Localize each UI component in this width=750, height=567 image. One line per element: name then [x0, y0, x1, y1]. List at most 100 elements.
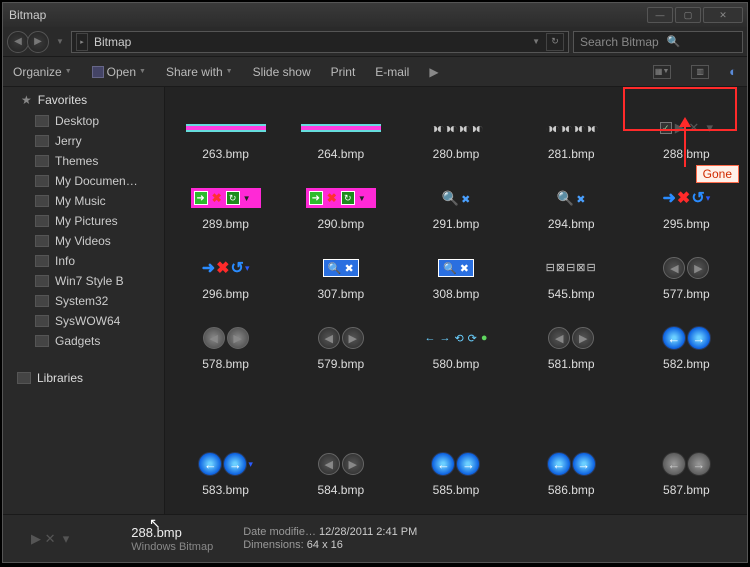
file-name: 578.bmp — [202, 357, 249, 371]
file-name: 295.bmp — [663, 217, 710, 231]
preview-pane-button[interactable]: ▥ — [691, 65, 709, 79]
file-thumbnail: ←→ — [646, 449, 726, 479]
minimize-button[interactable]: — — [647, 7, 673, 23]
address-dropdown-icon[interactable]: ▼ — [532, 37, 540, 46]
file-item[interactable]: ◑◐◑◐◑◐◑◐280.bmp — [399, 95, 512, 161]
status-filename: 288.bmp — [131, 525, 213, 540]
folder-icon — [35, 255, 49, 267]
sidebar-item-system32[interactable]: System32 — [3, 291, 164, 311]
nav-pane: ★ Favorites DesktopJerryThemesMy Documen… — [3, 87, 165, 514]
file-item[interactable]: ←→ 585.bmp — [399, 431, 512, 497]
file-thumbnail: ←→⟲⟳● — [416, 323, 496, 353]
nav-row: ◀ ▶ ▼ ▸ Bitmap ▼ ↻ Search Bitmap 🔍 — [3, 27, 747, 57]
folder-icon — [35, 335, 49, 347]
file-item[interactable]: ➜✖↻▼290.bmp — [284, 165, 397, 231]
close-button[interactable]: ✕ — [703, 7, 743, 23]
sidebar-item-info[interactable]: Info — [3, 251, 164, 271]
folder-icon — [35, 195, 49, 207]
folder-icon — [35, 275, 49, 287]
file-item[interactable]: ➜✖↺▾296.bmp — [169, 235, 282, 301]
libraries-group[interactable]: Libraries — [3, 367, 164, 389]
sidebar-item-my-pictures[interactable]: My Pictures — [3, 211, 164, 231]
sidebar-item-my-videos[interactable]: My Videos — [3, 231, 164, 251]
file-item[interactable]: 🔍✖ 291.bmp — [399, 165, 512, 231]
print-button[interactable]: Print — [331, 65, 356, 79]
file-list[interactable]: 263.bmp264.bmp◑◐◑◐◑◐◑◐280.bmp◑◐◑◐◑◐◑◐281… — [165, 87, 747, 514]
file-name: 296.bmp — [202, 287, 249, 301]
file-item[interactable]: ⊟⊠⊟⊠⊟ 545.bmp — [515, 235, 628, 301]
titlebar: Bitmap — ▢ ✕ — [3, 3, 747, 27]
file-name: 581.bmp — [548, 357, 595, 371]
sidebar-item-desktop[interactable]: Desktop — [3, 111, 164, 131]
file-thumbnail: 🔍✖ — [416, 183, 496, 213]
file-item[interactable]: ←→▾583.bmp — [169, 431, 282, 497]
file-thumbnail: ⊟⊠⊟⊠⊟ — [531, 253, 611, 283]
file-thumbnail: ←→▾ — [186, 449, 266, 479]
file-item[interactable]: ◀▶577.bmp — [630, 235, 743, 301]
folder-icon — [35, 295, 49, 307]
file-name: 585.bmp — [433, 483, 480, 497]
file-item[interactable]: ←→586.bmp — [515, 431, 628, 497]
file-name: 579.bmp — [317, 357, 364, 371]
open-menu[interactable]: Open▼ — [92, 65, 146, 79]
file-thumbnail: ➜✖↻▼ — [301, 183, 381, 213]
file-name: 587.bmp — [663, 483, 710, 497]
file-item[interactable]: 🔍✖294.bmp — [515, 165, 628, 231]
file-item[interactable]: 263.bmp — [169, 95, 282, 161]
folder-icon — [35, 115, 49, 127]
sidebar-item-themes[interactable]: Themes — [3, 151, 164, 171]
slideshow-button[interactable]: Slide show — [253, 65, 311, 79]
sidebar-item-gadgets[interactable]: Gadgets — [3, 331, 164, 351]
refresh-button[interactable]: ↻ — [546, 33, 564, 51]
file-name: 294.bmp — [548, 217, 595, 231]
sidebar-item-my-music[interactable]: My Music — [3, 191, 164, 211]
file-item[interactable]: 🔍✖307.bmp — [284, 235, 397, 301]
sidebar-item-jerry[interactable]: Jerry — [3, 131, 164, 151]
file-item[interactable]: ✓ ▶ ✕ ▾288.bmp — [630, 95, 743, 161]
search-placeholder: Search Bitmap — [580, 35, 659, 49]
file-name: 291.bmp — [433, 217, 480, 231]
forward-button[interactable]: ▶ — [27, 31, 49, 53]
file-item[interactable]: ◀▶ 581.bmp — [515, 305, 628, 371]
file-item[interactable]: ◑◐◑◐◑◐◑◐281.bmp — [515, 95, 628, 161]
file-item[interactable]: ◀▶579.bmp — [284, 305, 397, 371]
address-path: Bitmap — [94, 35, 131, 49]
file-item[interactable]: ◀▶578.bmp — [169, 305, 282, 371]
back-button[interactable]: ◀ — [7, 31, 29, 53]
file-name: 288.bmp — [663, 147, 710, 161]
share-menu[interactable]: Share with▼ — [166, 65, 233, 79]
folder-icon — [35, 175, 49, 187]
file-item[interactable]: 264.bmp — [284, 95, 397, 161]
file-item[interactable]: ←→⟲⟳●580.bmp — [399, 305, 512, 371]
file-thumbnail: ➜✖↺▾ — [646, 183, 726, 213]
address-bar[interactable]: ▸ Bitmap ▼ ↻ — [71, 31, 569, 53]
file-name: 584.bmp — [317, 483, 364, 497]
file-item[interactable]: ←→ 587.bmp — [630, 431, 743, 497]
file-item[interactable]: ➜✖↻▼289.bmp — [169, 165, 282, 231]
view-options-button[interactable]: ▦ ▼ — [653, 65, 671, 79]
file-name: 545.bmp — [548, 287, 595, 301]
annotation-label: Gone — [696, 165, 739, 183]
folder-icon — [35, 315, 49, 327]
maximize-button[interactable]: ▢ — [675, 7, 701, 23]
file-item[interactable]: ◀▶ 584.bmp — [284, 431, 397, 497]
help-button[interactable]: ◐ — [729, 64, 737, 79]
sidebar-item-my-documen-[interactable]: My Documen… — [3, 171, 164, 191]
sidebar-item-win7-style-b[interactable]: Win7 Style B — [3, 271, 164, 291]
file-thumbnail: ←→ — [416, 449, 496, 479]
file-thumbnail: ←→ — [531, 449, 611, 479]
file-item[interactable]: 🔍✖308.bmp — [399, 235, 512, 301]
file-thumbnail: ◀▶ — [531, 323, 611, 353]
file-thumbnail: ◀▶ — [301, 449, 381, 479]
search-box[interactable]: Search Bitmap 🔍 — [573, 31, 743, 53]
email-button[interactable]: E-mail — [375, 65, 409, 79]
history-dropdown[interactable]: ▼ — [53, 31, 67, 53]
file-thumbnail — [301, 113, 381, 143]
file-name: 289.bmp — [202, 217, 249, 231]
sidebar-item-syswow64[interactable]: SysWOW64 — [3, 311, 164, 331]
organize-menu[interactable]: Organize▼ — [13, 65, 72, 79]
more-commands[interactable]: ▶ — [429, 65, 438, 79]
favorites-group[interactable]: ★ Favorites — [3, 89, 164, 111]
file-item[interactable]: ←→582.bmp — [630, 305, 743, 371]
file-name: 280.bmp — [433, 147, 480, 161]
